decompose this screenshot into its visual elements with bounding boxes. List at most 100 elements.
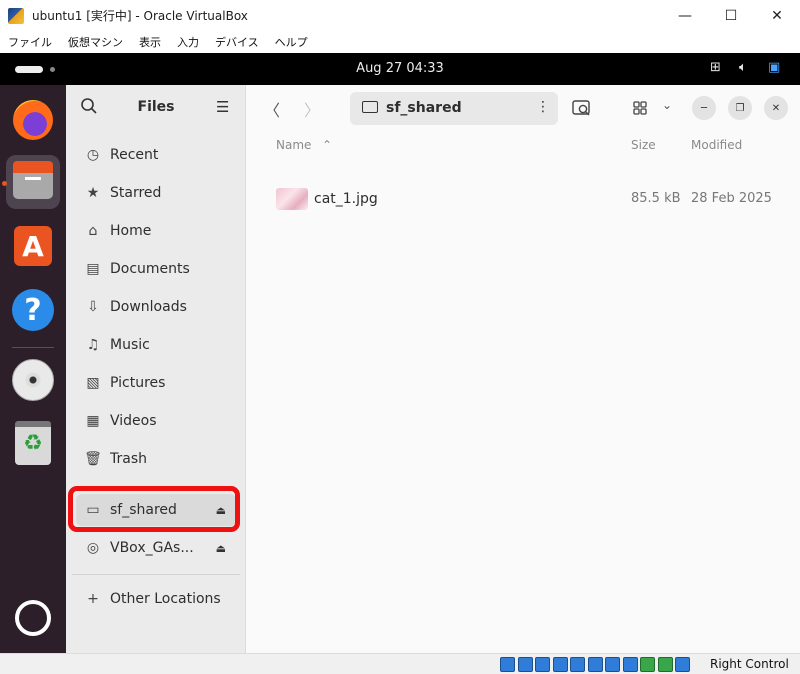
sidebar-item-trash[interactable]: 🗑︎ Trash	[76, 443, 236, 475]
sidebar-item-starred[interactable]: ★ Starred	[76, 177, 236, 209]
recording-icon[interactable]	[622, 657, 638, 672]
close-button[interactable]: ✕	[754, 0, 800, 31]
virtualbox-statusbar: Right Control	[0, 653, 800, 674]
file-name: cat_1.jpg	[314, 191, 378, 207]
grid-view-icon[interactable]	[633, 101, 647, 115]
sidebar-item-label: Starred	[110, 185, 162, 201]
audio-icon[interactable]	[535, 657, 550, 672]
sidebar-item-documents[interactable]: ▤ Documents	[76, 253, 236, 285]
menu-devices[interactable]: デバイス	[207, 34, 267, 50]
column-size[interactable]: Size	[631, 138, 656, 152]
volume-icon[interactable]: 🔈︎	[739, 60, 747, 75]
files-icon	[13, 161, 53, 199]
disc-icon	[12, 359, 54, 401]
menubar: ファイル 仮想マシン 表示 入力 デバイス ヘルプ	[0, 31, 800, 53]
sidebar-item-other-locations[interactable]: + Other Locations	[76, 583, 236, 615]
app-center-icon: A	[14, 226, 52, 266]
sidebar-item-label: Downloads	[110, 299, 187, 315]
window-minimize-button[interactable]: ─	[692, 96, 716, 120]
search-files-icon[interactable]	[572, 99, 592, 117]
folder-menu-icon[interactable]: ⋮	[536, 99, 550, 115]
hamburger-menu-icon[interactable]: ☰	[216, 98, 229, 116]
firefox-icon	[13, 100, 53, 140]
path-bar[interactable]: sf_shared ⋮	[350, 92, 558, 125]
ubuntu-topbar: Aug 27 04:33 ⊞ 🔈︎ ▣	[0, 53, 800, 85]
sidebar-item-label: Pictures	[110, 375, 166, 391]
plus-icon: +	[87, 591, 99, 607]
sidebar-item-label: Videos	[110, 413, 157, 429]
home-icon: ⌂	[88, 223, 98, 239]
dock-separator	[12, 347, 54, 348]
sidebar-item-pictures[interactable]: ▧ Pictures	[76, 367, 236, 399]
sidebar-item-recent[interactable]: ◷ Recent	[76, 139, 236, 171]
virtualbox-icon	[8, 7, 24, 24]
sidebar-item-music[interactable]: ♫ Music	[76, 329, 236, 361]
document-icon: ▤	[86, 261, 100, 277]
trash-icon: 🗑︎	[84, 451, 102, 467]
window-title: ubuntu1 [実行中] - Oracle VirtualBox	[32, 9, 248, 23]
back-button[interactable]: 〈	[264, 97, 280, 121]
menu-machine[interactable]: 仮想マシン	[60, 34, 131, 50]
running-indicator	[2, 181, 7, 186]
sidebar-header: Files ☰	[66, 85, 246, 131]
keyboard-icon[interactable]	[675, 657, 690, 672]
file-size: 85.5 kB	[631, 191, 681, 206]
device-indicators	[500, 657, 693, 672]
files-launcher[interactable]	[6, 155, 60, 209]
clock[interactable]: Aug 27 04:33	[0, 61, 800, 76]
sidebar-item-label: Music	[110, 337, 150, 353]
maximize-button[interactable]: ☐	[708, 0, 754, 31]
eject-icon[interactable]: ⏏	[216, 542, 226, 555]
app-center-launcher[interactable]: A	[6, 219, 60, 273]
firefox-launcher[interactable]	[6, 93, 60, 147]
optical-drive-icon[interactable]	[517, 657, 533, 672]
sidebar-separator	[72, 574, 240, 575]
trash-icon: ♻	[15, 421, 51, 465]
disc-icon: ◎	[86, 540, 100, 556]
sidebar-item-label: Documents	[110, 261, 190, 277]
drive-icon	[362, 101, 378, 113]
sort-ascending-icon[interactable]: ⌃	[322, 138, 332, 152]
menu-view[interactable]: 表示	[131, 34, 169, 50]
host-key-label: Right Control	[710, 657, 789, 671]
sidebar-item-home[interactable]: ⌂ Home	[76, 215, 236, 247]
sidebar-item-videos[interactable]: ▦ Videos	[76, 405, 236, 437]
sidebar-item-downloads[interactable]: ⇩ Downloads	[76, 291, 236, 323]
clock-icon: ◷	[86, 147, 100, 163]
video-icon: ▦	[86, 413, 100, 429]
menu-help[interactable]: ヘルプ	[267, 34, 316, 50]
shared-folders-icon[interactable]	[587, 657, 603, 672]
sidebar-item-vbox-gas[interactable]: ◎ VBox_GAs... ⏏	[76, 532, 236, 564]
trash-launcher[interactable]: ♻	[6, 416, 60, 470]
minimize-button[interactable]: —	[662, 0, 708, 31]
star-icon: ★	[86, 185, 100, 201]
menu-file[interactable]: ファイル	[0, 34, 60, 50]
disc-launcher[interactable]	[6, 353, 60, 407]
current-folder: sf_shared	[386, 100, 462, 116]
window-close-button[interactable]: ✕	[764, 96, 788, 120]
menu-input[interactable]: 入力	[169, 34, 207, 50]
image-thumbnail	[276, 188, 308, 210]
network-icon[interactable]: ⊞	[710, 60, 721, 75]
display-icon[interactable]	[605, 657, 620, 672]
column-modified[interactable]: Modified	[691, 138, 742, 152]
window-titlebar: ubuntu1 [実行中] - Oracle VirtualBox — ☐ ✕	[0, 0, 800, 31]
chevron-down-icon[interactable]: ⌄	[662, 98, 672, 112]
network-adapter-icon[interactable]	[552, 657, 568, 672]
mouse-integration-icon[interactable]	[657, 657, 673, 672]
sidebar-item-label: Other Locations	[110, 591, 221, 607]
file-row[interactable]: cat_1.jpg 85.5 kB 28 Feb 2025	[264, 182, 784, 216]
show-apps-button[interactable]	[6, 591, 60, 645]
hard-disk-icon[interactable]	[500, 657, 515, 672]
window-restore-button[interactable]: ❐	[728, 96, 752, 120]
help-launcher[interactable]: ?	[6, 283, 60, 337]
help-icon: ?	[12, 289, 54, 331]
cpu-icon[interactable]	[640, 657, 655, 672]
forward-button[interactable]: 〉	[304, 97, 320, 121]
column-name[interactable]: Name	[276, 138, 311, 152]
usb-icon[interactable]	[570, 657, 585, 672]
files-sidebar: Files ☰ ◷ Recent ★ Starred ⌂ Home ▤ Docu…	[66, 85, 246, 653]
file-modified: 28 Feb 2025	[691, 191, 772, 206]
sidebar-item-label: Recent	[110, 147, 159, 163]
accessibility-icon[interactable]: ▣	[768, 60, 780, 75]
